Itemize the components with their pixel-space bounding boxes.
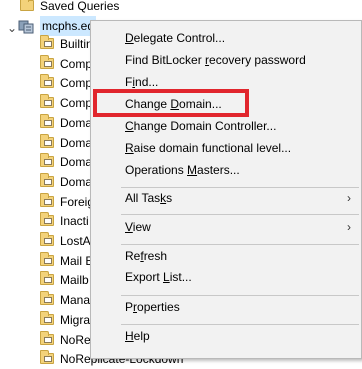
domain-icon — [18, 20, 34, 34]
ou-folder-icon — [40, 252, 54, 266]
ou-folder-icon — [40, 153, 54, 167]
menu-item-view[interactable]: View — [125, 217, 151, 237]
ou-folder-icon — [40, 232, 54, 246]
ou-folder-icon — [40, 331, 54, 345]
ou-folder-icon — [40, 74, 54, 88]
menu-separator — [121, 214, 359, 215]
menu-separator — [121, 295, 359, 296]
menu-item-export-list[interactable]: Export List... — [125, 267, 192, 287]
menu-item-refresh[interactable]: Refresh — [125, 246, 167, 266]
menu-item-find[interactable]: Find... — [125, 72, 158, 92]
menu-item-change-domain[interactable]: Change Domain... — [125, 94, 222, 114]
folder-icon — [20, 0, 34, 11]
menu-item-find-bitlocker[interactable]: Find BitLocker recovery password — [125, 50, 306, 70]
submenu-arrow-icon: › — [347, 191, 351, 205]
menu-separator — [121, 324, 359, 325]
ou-folder-icon — [40, 271, 54, 285]
ou-folder-icon — [40, 94, 54, 108]
ou-folder-icon — [40, 291, 54, 305]
menu-item-all-tasks[interactable]: All Tasks — [125, 188, 172, 208]
chevron-down-icon[interactable]: ⌄ — [7, 21, 17, 35]
menu-item-operations-masters[interactable]: Operations Masters... — [125, 160, 240, 180]
tree-item-domain[interactable]: mcphs.ed — [40, 16, 97, 36]
menu-item-change-domain-controller[interactable]: Change Domain Controller... — [125, 116, 276, 136]
ou-folder-icon — [40, 212, 54, 226]
ou-folder-icon — [40, 311, 54, 325]
menu-separator — [121, 244, 359, 245]
context-menu: Delegate Control... Find BitLocker recov… — [90, 20, 362, 359]
ou-folder-icon — [40, 35, 54, 49]
ou-folder-icon — [40, 114, 54, 128]
ou-folder-icon — [40, 55, 54, 69]
submenu-arrow-icon: › — [347, 220, 351, 234]
menu-item-help[interactable]: Help — [125, 326, 150, 346]
menu-item-properties[interactable]: Properties — [125, 297, 180, 317]
ou-folder-icon — [40, 134, 54, 148]
ou-folder-icon — [40, 193, 54, 207]
ou-folder-icon — [40, 173, 54, 187]
menu-item-raise-functional-level[interactable]: Raise domain functional level... — [125, 138, 291, 158]
menu-item-delegate-control[interactable]: Delegate Control... — [125, 28, 225, 48]
